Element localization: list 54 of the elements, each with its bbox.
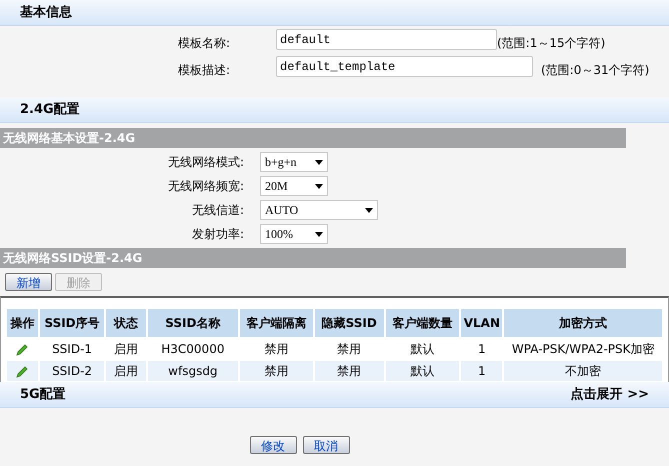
dropdown[interactable]: AUTO xyxy=(260,200,378,220)
column-header: 客户端隔离 xyxy=(240,309,313,337)
table-cell-text: 1 xyxy=(477,341,487,358)
table-cell-text: 默认 xyxy=(409,341,436,358)
range-hint: (范围:0～31个字符) xyxy=(541,62,650,79)
range-hint: (范围:1～15个字符) xyxy=(497,35,606,52)
dropdown[interactable]: b+g+n xyxy=(260,152,328,172)
dropdown[interactable]: 100% xyxy=(260,224,328,244)
section-title: 基本信息 xyxy=(20,4,72,22)
caret-icon xyxy=(315,184,323,188)
cancel-button[interactable]: 取消 xyxy=(302,436,350,454)
field-label: 无线网络频宽: xyxy=(166,178,245,195)
field-label: 无线信道: xyxy=(190,202,245,219)
dropdown[interactable]: 20M xyxy=(260,176,328,196)
column-header: 隐藏SSID xyxy=(314,309,384,337)
field-label: 无线网络模式: xyxy=(166,154,245,171)
column-header: VLAN xyxy=(461,309,502,337)
section-title: 2.4G配置 xyxy=(20,100,80,119)
table-cell-text: WPA-PSK/WPA2-PSK加密 xyxy=(510,341,656,358)
column-header: 操作 xyxy=(7,309,38,337)
column-header: 客户端数量 xyxy=(386,309,460,337)
table-cell-text: 不加密 xyxy=(564,363,602,380)
column-header: SSID名称 xyxy=(148,309,238,337)
text-field[interactable]: default_template xyxy=(276,56,533,77)
text-field[interactable]: default xyxy=(276,29,497,50)
table-cell-text: 1 xyxy=(477,363,487,380)
column-header: SSID序号 xyxy=(40,309,104,337)
edit-icon[interactable] xyxy=(15,364,30,379)
table-cell-text: 禁用 xyxy=(336,363,362,380)
table-cell-text: SSID-2 xyxy=(51,363,94,380)
table-cell-text: 禁用 xyxy=(263,363,290,380)
field-label: 模板描述: xyxy=(178,62,232,79)
add-button[interactable]: 新增 xyxy=(5,273,52,291)
caret-icon xyxy=(365,208,373,212)
subsection-title: 无线网络基本设置-2.4G xyxy=(3,130,136,147)
field-label: 模板名称: xyxy=(178,35,232,52)
section-title: 5G配置 xyxy=(20,386,66,404)
edit-icon[interactable] xyxy=(15,342,30,357)
table-cell-text: 禁用 xyxy=(263,341,290,358)
caret-icon xyxy=(315,232,323,236)
field-label: 发射功率: xyxy=(190,226,245,243)
table-cell-text: 默认 xyxy=(409,363,436,380)
table-cell-text: 启用 xyxy=(112,363,139,380)
table-cell-text: wfsgsdg xyxy=(167,363,219,380)
column-header: 加密方式 xyxy=(504,309,662,337)
table-cell-text: H3C00000 xyxy=(160,341,226,358)
table-cell-text: 禁用 xyxy=(336,341,362,358)
table-cell-text: 启用 xyxy=(112,341,139,358)
caret-icon xyxy=(315,160,323,164)
modify-button[interactable]: 修改 xyxy=(250,436,296,454)
table-cell-text: SSID-1 xyxy=(51,341,94,358)
subsection-title: 无线网络SSID设置-2.4G xyxy=(3,250,142,267)
expand-link[interactable]: 点击展开 >> xyxy=(570,384,649,404)
column-header: 状态 xyxy=(106,309,146,337)
